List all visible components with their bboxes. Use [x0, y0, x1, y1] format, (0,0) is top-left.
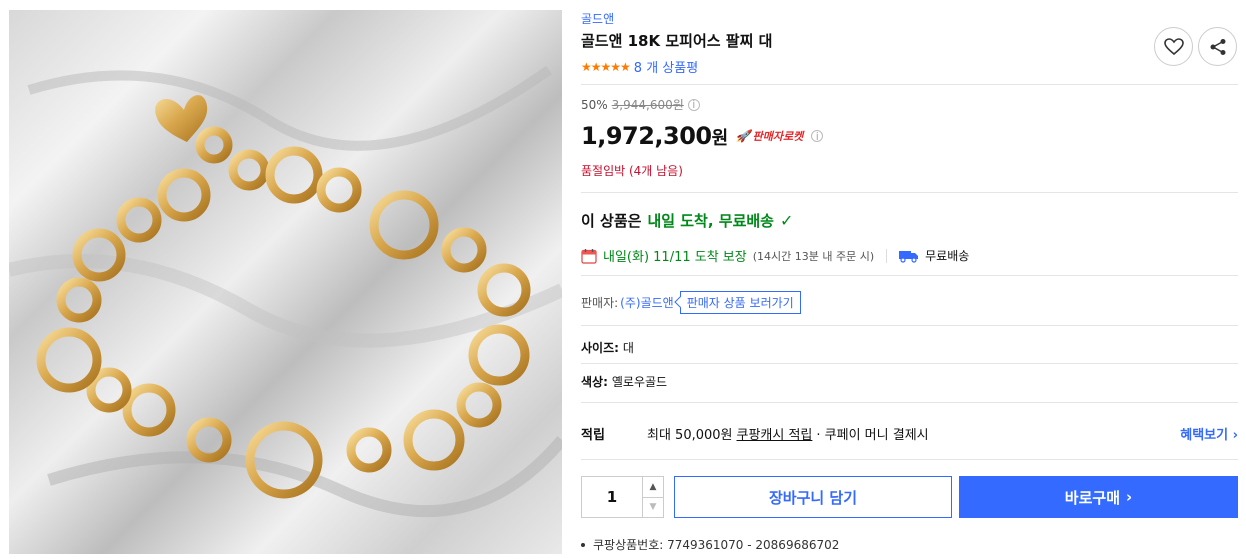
coupang-cash-link[interactable]: 쿠팡캐시 적립: [737, 424, 813, 443]
quantity-input[interactable]: [582, 477, 642, 517]
price-row: 1,972,300원 🚀 판매자로켓 i: [581, 122, 824, 150]
brand-link[interactable]: 골드앤: [581, 10, 614, 27]
share-icon: [1210, 38, 1225, 55]
divider: [886, 248, 888, 263]
seller-products-link[interactable]: 판매자 상품 보러가기: [679, 291, 801, 314]
rating-summary[interactable]: ★★★★★ 8 개 상품평: [581, 57, 698, 77]
delivery-info: 내일(화) 11/11 도착 보장 (14시간 13분 내 주문 시) 무료배송: [581, 246, 969, 265]
stock-warning: 품절임박 (4개 남음): [581, 164, 683, 178]
quantity-stepper: ▲ ▼: [581, 476, 664, 518]
bullet-icon: [581, 542, 585, 547]
rocket-badge: 🚀 판매자로켓: [735, 129, 804, 143]
rocket-icon: 🚀: [735, 129, 751, 143]
size-option: 사이즈: 대: [581, 341, 634, 355]
original-price: 3,944,600원: [611, 98, 684, 112]
seller-name-link[interactable]: (주)골드앤: [620, 294, 674, 311]
divider: [581, 459, 1238, 460]
chevron-up-icon[interactable]: ▲: [643, 477, 663, 497]
seller-row: 판매자: (주)골드앤 판매자 상품 보러가기: [581, 291, 801, 314]
review-count-link[interactable]: 8 개 상품평: [634, 57, 698, 76]
divider: [581, 402, 1238, 403]
product-code: 쿠팡상품번호: 7749361070 - 20869686702: [581, 536, 839, 553]
chevron-right-icon: ›: [1126, 488, 1133, 506]
divider: [581, 275, 1238, 276]
heart-icon: [1163, 37, 1184, 55]
sale-price: 1,972,300원: [581, 122, 728, 150]
product-info-panel: 골드앤 골드앤 18K 모피어스 팔찌 대 ★★★★★ 8 개 상품평 50% …: [581, 0, 1238, 559]
arrival-headline: 이 상품은 내일 도착, 무료배송 ✓: [581, 211, 794, 230]
product-image: [9, 10, 562, 554]
divider: [581, 325, 1238, 326]
delivery-cutoff: (14시간 13분 내 주문 시): [752, 249, 875, 263]
add-to-cart-button[interactable]: 장바구니 담기: [674, 476, 952, 518]
discount-rate: 50%: [581, 97, 608, 112]
calendar-icon: [581, 248, 597, 264]
star-rating: ★★★★★: [581, 59, 631, 74]
wishlist-button[interactable]: [1154, 27, 1193, 66]
check-icon: ✓: [779, 211, 794, 230]
delivery-date: 내일(화) 11/11 도착 보장: [603, 250, 747, 265]
share-button[interactable]: [1198, 27, 1237, 66]
bracelet-image: [9, 65, 562, 518]
free-shipping-label: 무료배송: [925, 249, 970, 263]
color-option: 색상: 옐로우골드: [581, 375, 668, 389]
product-title: 골드앤 18K 모피어스 팔찌 대: [581, 32, 773, 50]
benefit-view-link[interactable]: 혜택보기 ›: [1180, 424, 1238, 443]
discount-row: 50% 3,944,600원 i: [581, 96, 700, 113]
divider: [581, 192, 1238, 193]
divider: [581, 84, 1238, 85]
divider: [581, 363, 1238, 364]
chevron-down-icon[interactable]: ▼: [643, 496, 663, 518]
buy-now-button[interactable]: 바로구매 ›: [959, 476, 1238, 518]
cash-reward-row: 적립 최대 50,000원 쿠팡캐시 적립 · 쿠페이 머니 결제시 혜택보기 …: [581, 424, 1238, 443]
info-icon[interactable]: i: [687, 98, 700, 111]
truck-icon: [899, 250, 919, 263]
info-icon[interactable]: i: [811, 130, 824, 142]
